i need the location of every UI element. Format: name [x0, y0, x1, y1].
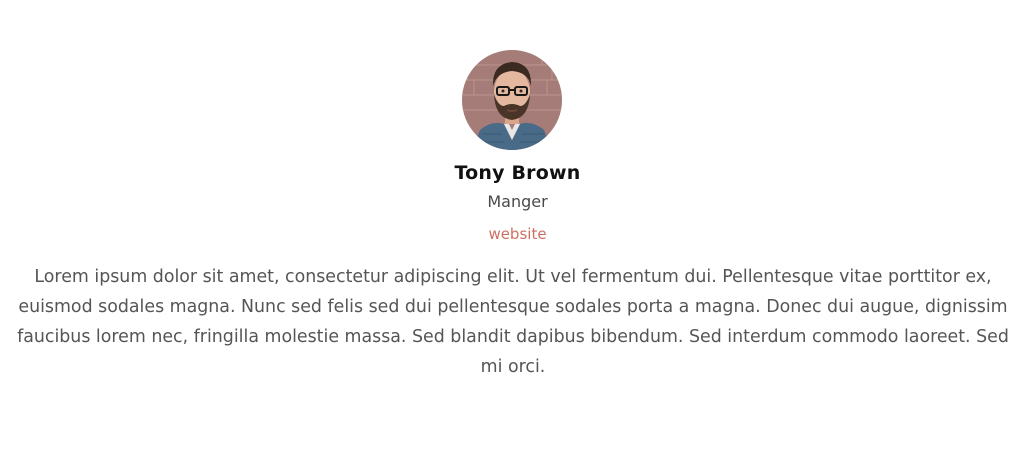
website-link-container: website — [0, 223, 1035, 245]
website-link[interactable]: website — [488, 225, 546, 243]
avatar-photo-icon — [462, 50, 562, 150]
profile-name: Tony Brown — [454, 162, 581, 184]
profile-card: Tony Brown Manger website Lorem ipsum do… — [0, 0, 1035, 460]
profile-bio: Lorem ipsum dolor sit amet, consectetur … — [17, 267, 1009, 377]
avatar — [462, 50, 562, 150]
profile-role: Manger — [487, 192, 548, 211]
